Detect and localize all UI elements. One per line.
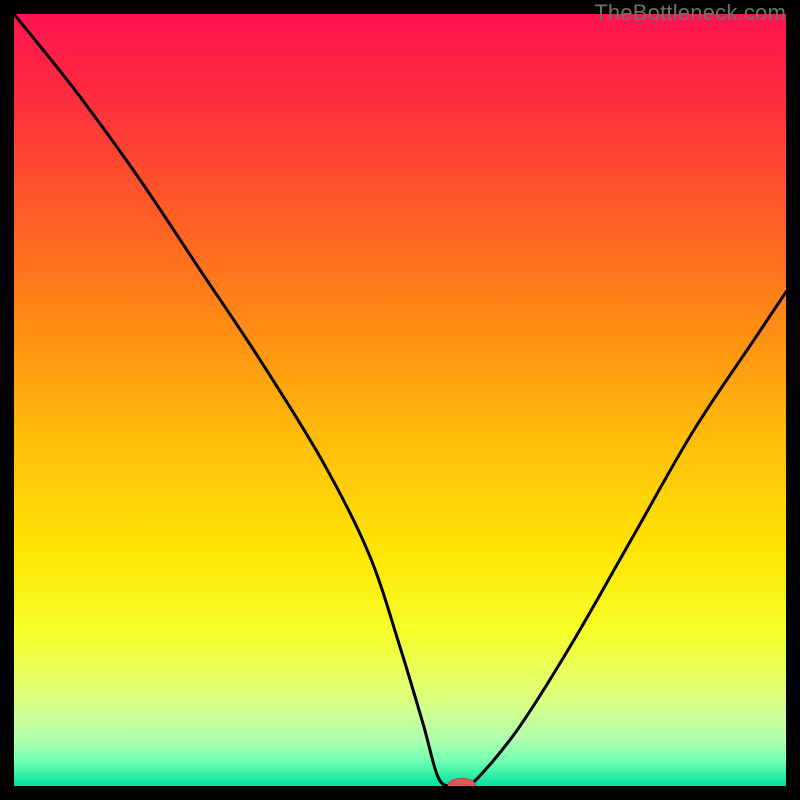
gradient-background — [14, 14, 786, 786]
plot-area — [14, 14, 786, 786]
attribution-label: TheBottleneck.com — [594, 0, 786, 26]
chart-frame: TheBottleneck.com — [0, 0, 800, 800]
chart-svg — [14, 14, 786, 786]
